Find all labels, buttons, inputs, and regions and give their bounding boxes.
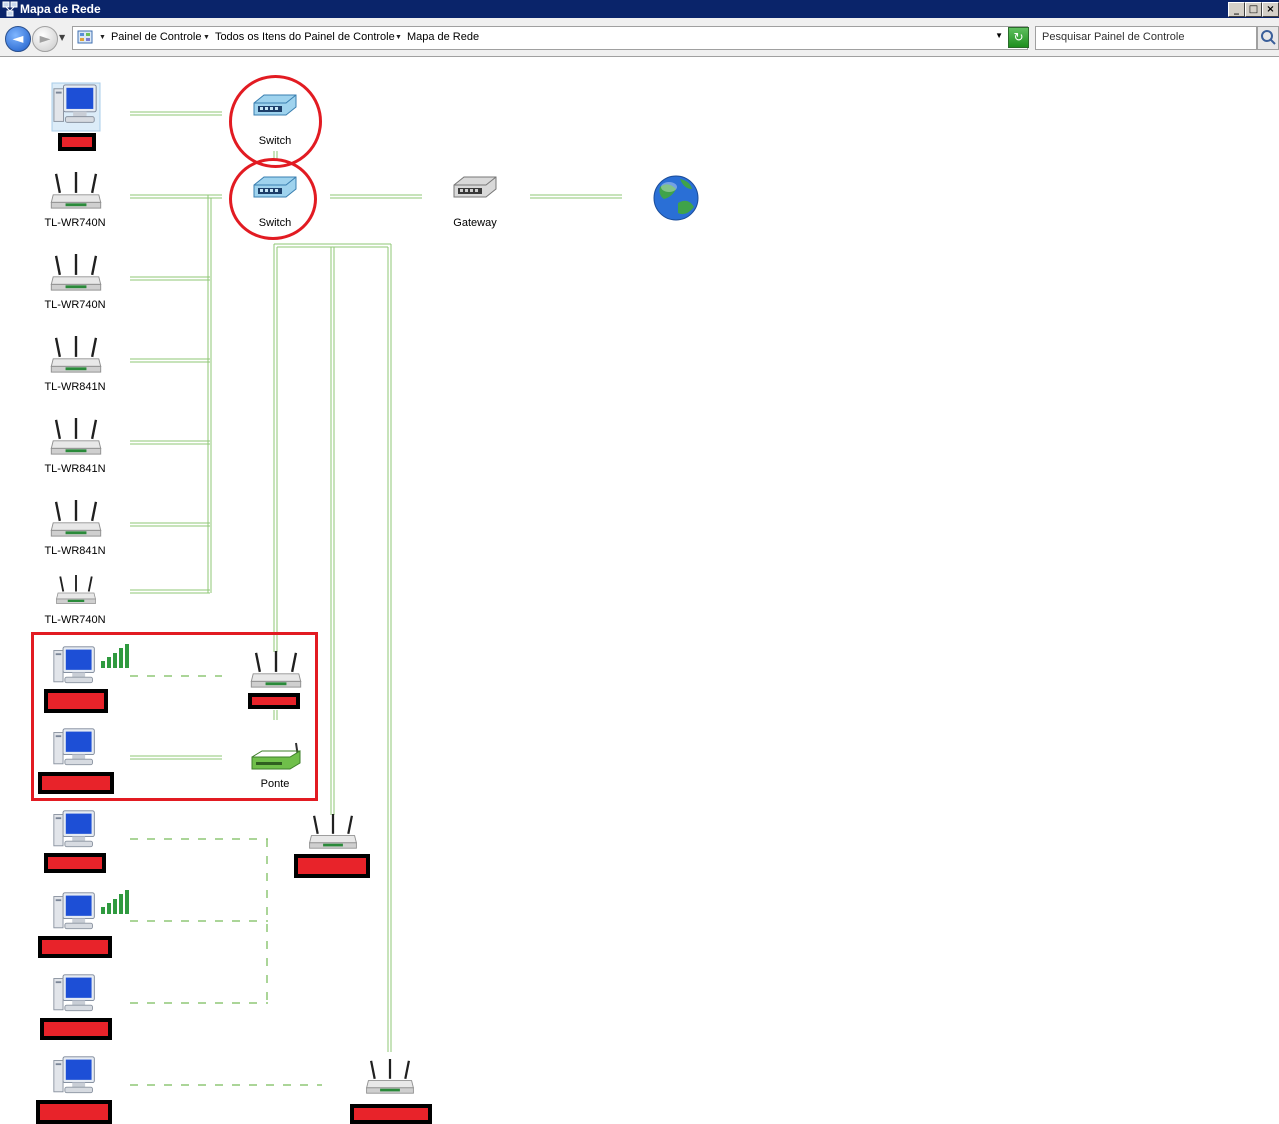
redacted-name [58, 133, 96, 151]
router-label: TL-WR740N [44, 614, 106, 626]
highlight-circle [229, 158, 317, 240]
redacted-name [44, 853, 106, 873]
router-icon[interactable] [50, 172, 102, 210]
access-point-icon[interactable] [365, 1059, 415, 1095]
router-label: TL-WR841N [44, 463, 106, 475]
router-icon[interactable] [50, 418, 102, 456]
highlight-circle [229, 75, 322, 168]
gateway-label: Gateway [453, 217, 497, 229]
search-button[interactable] [1257, 26, 1279, 50]
redacted-name [38, 936, 112, 958]
computer-icon[interactable] [53, 1056, 95, 1094]
search-placeholder: Pesquisar Painel de Controle [1042, 31, 1185, 43]
minimize-button[interactable]: _ [1228, 2, 1245, 17]
computer-icon[interactable] [53, 810, 95, 848]
router-label: TL-WR841N [44, 381, 106, 393]
forward-button[interactable]: ► [32, 26, 58, 52]
redacted-name [40, 1018, 112, 1040]
close-button[interactable]: × [1262, 2, 1279, 17]
address-dropdown-icon[interactable]: ▼ [995, 31, 1003, 40]
redacted-name [294, 854, 370, 878]
router-icon[interactable] [50, 336, 102, 374]
link-lines [50, 82, 699, 1095]
search-input[interactable]: Pesquisar Painel de Controle [1035, 26, 1257, 50]
router-icon[interactable] [50, 254, 102, 292]
highlight-rectangle [31, 632, 318, 801]
network-map: Switch Switch Gateway TL-WR740N TL-WR740… [0, 57, 1279, 1124]
window-titlebar: Mapa de Rede _ □ × [0, 0, 1279, 18]
address-bar[interactable]: ▼ Painel de Controle ▼ Todos os Itens do P… [72, 26, 1028, 50]
router-label: TL-WR740N [44, 217, 106, 229]
computer-icon[interactable] [53, 974, 95, 1012]
redacted-name [36, 1100, 112, 1124]
breadcrumb-network-map[interactable]: ▼ Mapa de Rede [395, 31, 479, 43]
breadcrumb-control-panel[interactable]: ▼ Painel de Controle [99, 31, 201, 43]
computer-icon[interactable] [53, 84, 97, 123]
router-icon[interactable] [55, 575, 97, 605]
redacted-name [350, 1104, 432, 1124]
router-icon[interactable] [50, 500, 102, 538]
recent-pages-dropdown-icon[interactable]: ▼ [59, 33, 65, 42]
window-title: Mapa de Rede [20, 2, 101, 16]
router-label: TL-WR740N [44, 299, 106, 311]
back-button[interactable]: ◄ [5, 26, 31, 52]
refresh-button[interactable]: ↻ [1008, 27, 1029, 48]
router-label: TL-WR841N [44, 545, 106, 557]
gateway-icon[interactable] [453, 176, 497, 198]
computer-icon[interactable] [53, 892, 95, 930]
breadcrumb-all-items[interactable]: ▼ Todos os Itens do Painel de Controle [203, 31, 395, 43]
maximize-button[interactable]: □ [1245, 2, 1262, 17]
network-map-icon [2, 1, 18, 17]
search-icon [1261, 30, 1276, 45]
navigation-bar: ◄ ► ▼ ▼ Painel de Controle ▼ Todos os Iten… [0, 18, 1279, 57]
control-panel-icon [77, 30, 93, 44]
access-point-icon[interactable] [308, 814, 358, 850]
internet-globe-icon[interactable] [653, 175, 699, 221]
wireless-signal-icon [101, 890, 129, 914]
